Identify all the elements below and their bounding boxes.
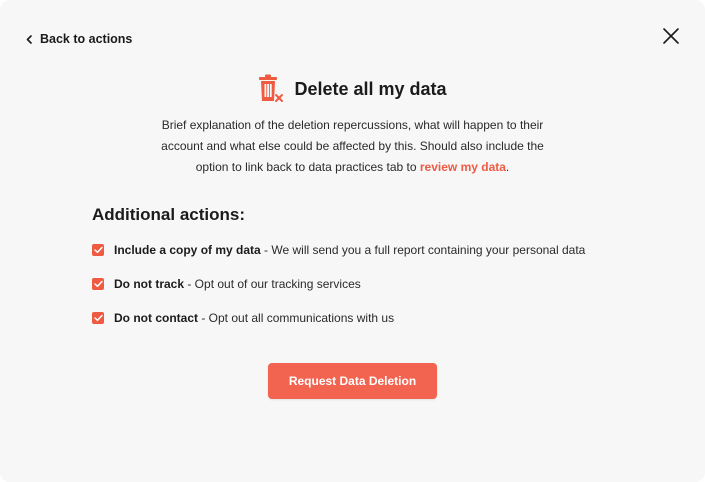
trash-delete-icon (258, 74, 284, 104)
action-text: Include a copy of my data - We will send… (114, 243, 585, 257)
action-detail: - We will send you a full report contain… (260, 243, 586, 257)
review-my-data-link[interactable]: review my data (420, 160, 506, 174)
back-link-label: Back to actions (40, 32, 133, 46)
additional-actions-heading: Additional actions: (92, 205, 245, 224)
do-not-track-checkbox[interactable] (92, 278, 104, 290)
do-not-contact-checkbox[interactable] (92, 312, 104, 324)
back-to-actions-link[interactable]: Back to actions (26, 30, 132, 48)
action-detail: - Opt out of our tracking services (184, 277, 361, 291)
close-button[interactable] (661, 26, 681, 46)
description-suffix: . (505, 160, 510, 174)
additional-actions-list: Include a copy of my data - We will send… (92, 241, 652, 343)
action-label: Do not contact (114, 311, 198, 325)
action-do-not-contact: Do not contact - Opt out all communicati… (92, 309, 652, 327)
deletion-description: Brief explanation of the deletion reperc… (150, 115, 555, 178)
chevron-left-icon (26, 34, 32, 44)
action-include-copy: Include a copy of my data - We will send… (92, 241, 652, 259)
action-detail: - Opt out all communications with us (198, 311, 395, 325)
action-text: Do not track - Opt out of our tracking s… (114, 277, 361, 291)
close-icon (661, 26, 681, 46)
action-do-not-track: Do not track - Opt out of our tracking s… (92, 275, 652, 293)
page-header: Delete all my data (0, 73, 705, 105)
include-copy-checkbox[interactable] (92, 244, 104, 256)
page-title: Delete all my data (294, 78, 447, 99)
request-data-deletion-button[interactable]: Request Data Deletion (268, 363, 437, 399)
modal-panel: Back to actions Delete all my data Brief… (0, 0, 705, 482)
action-label: Include a copy of my data (114, 243, 261, 257)
action-text: Do not contact - Opt out all communicati… (114, 311, 394, 325)
action-label: Do not track (114, 277, 185, 291)
